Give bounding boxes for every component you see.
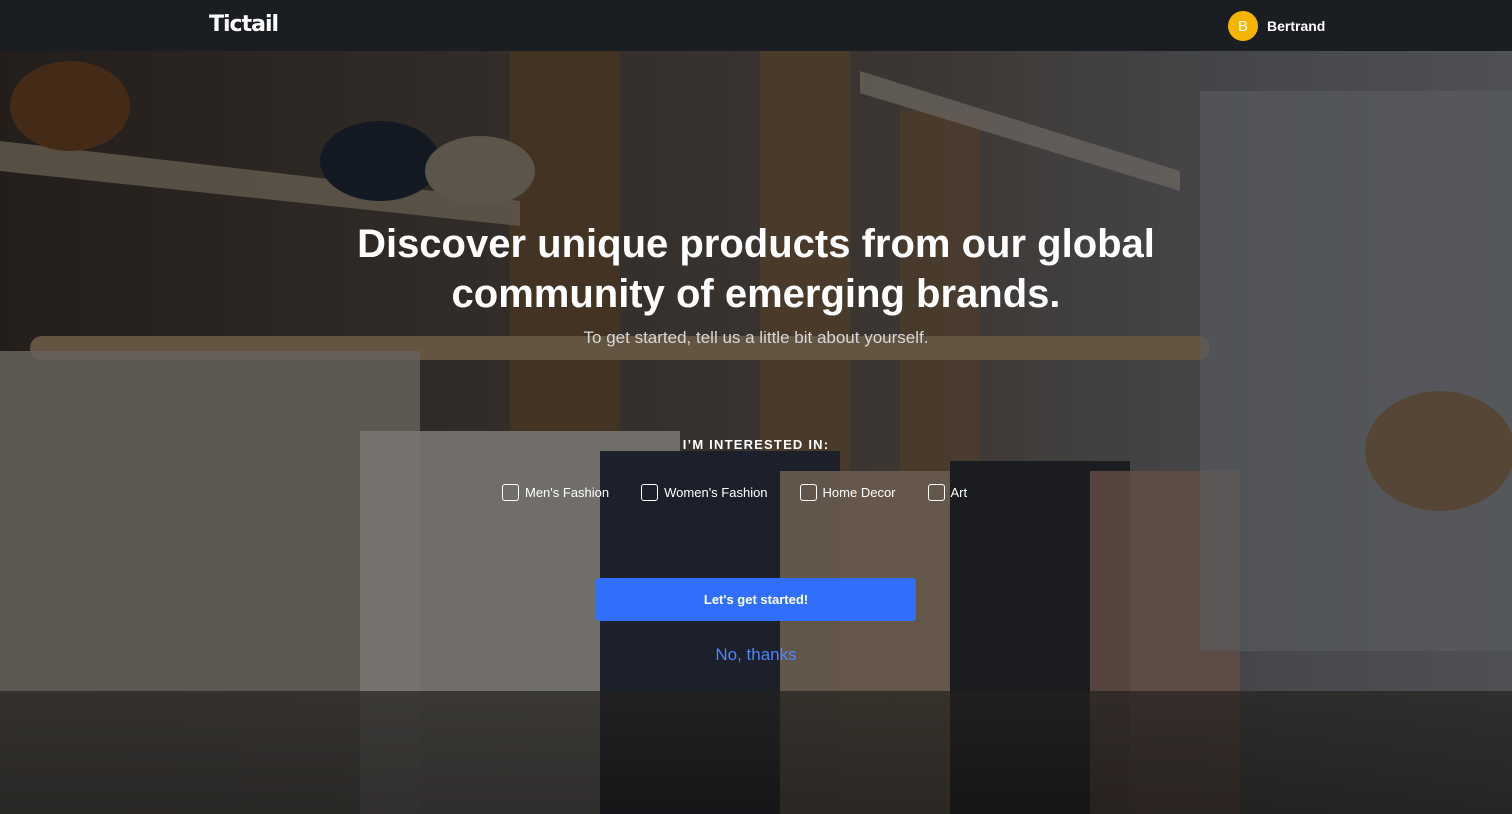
interest-label: I’M INTERESTED IN: — [682, 437, 830, 452]
page-subheading: To get started, tell us a little bit abo… — [583, 328, 929, 347]
headline-line-1: Discover unique products from our global — [357, 222, 1155, 266]
womens-fashion-checkbox[interactable] — [641, 484, 659, 501]
user-menu[interactable]: B Bertrand — [1228, 11, 1325, 41]
option-mens-fashion[interactable]: Men's Fashion — [502, 484, 609, 501]
option-art[interactable]: Art — [927, 484, 968, 501]
home-decor-label[interactable]: Home Decor — [823, 485, 896, 500]
onboarding-panel: Discover unique products from our global… — [0, 51, 1512, 814]
page-headline: Discover unique products from our global… — [306, 219, 1206, 319]
mens-fashion-checkbox[interactable] — [502, 484, 519, 501]
user-name[interactable]: Bertrand — [1267, 18, 1325, 34]
avatar[interactable]: B — [1228, 11, 1258, 41]
headline-line-2: community of emerging brands. — [451, 272, 1061, 316]
art-checkbox[interactable] — [927, 484, 945, 501]
no-thanks-link[interactable]: No, thanks — [656, 645, 856, 665]
art-label[interactable]: Art — [951, 485, 968, 500]
option-womens-fashion[interactable]: Women's Fashion — [641, 484, 768, 501]
home-decor-checkbox[interactable] — [799, 484, 817, 501]
mens-fashion-label[interactable]: Men's Fashion — [525, 485, 609, 500]
top-navigation-bar: Tictail B Bertrand — [0, 0, 1512, 51]
interest-options: Men's Fashion Women's Fashion Home Decor… — [502, 484, 967, 501]
womens-fashion-label[interactable]: Women's Fashion — [664, 485, 767, 500]
option-home-decor[interactable]: Home Decor — [799, 484, 896, 501]
tictail-logo[interactable]: Tictail — [209, 12, 279, 37]
get-started-button[interactable]: Let's get started! — [596, 578, 916, 621]
